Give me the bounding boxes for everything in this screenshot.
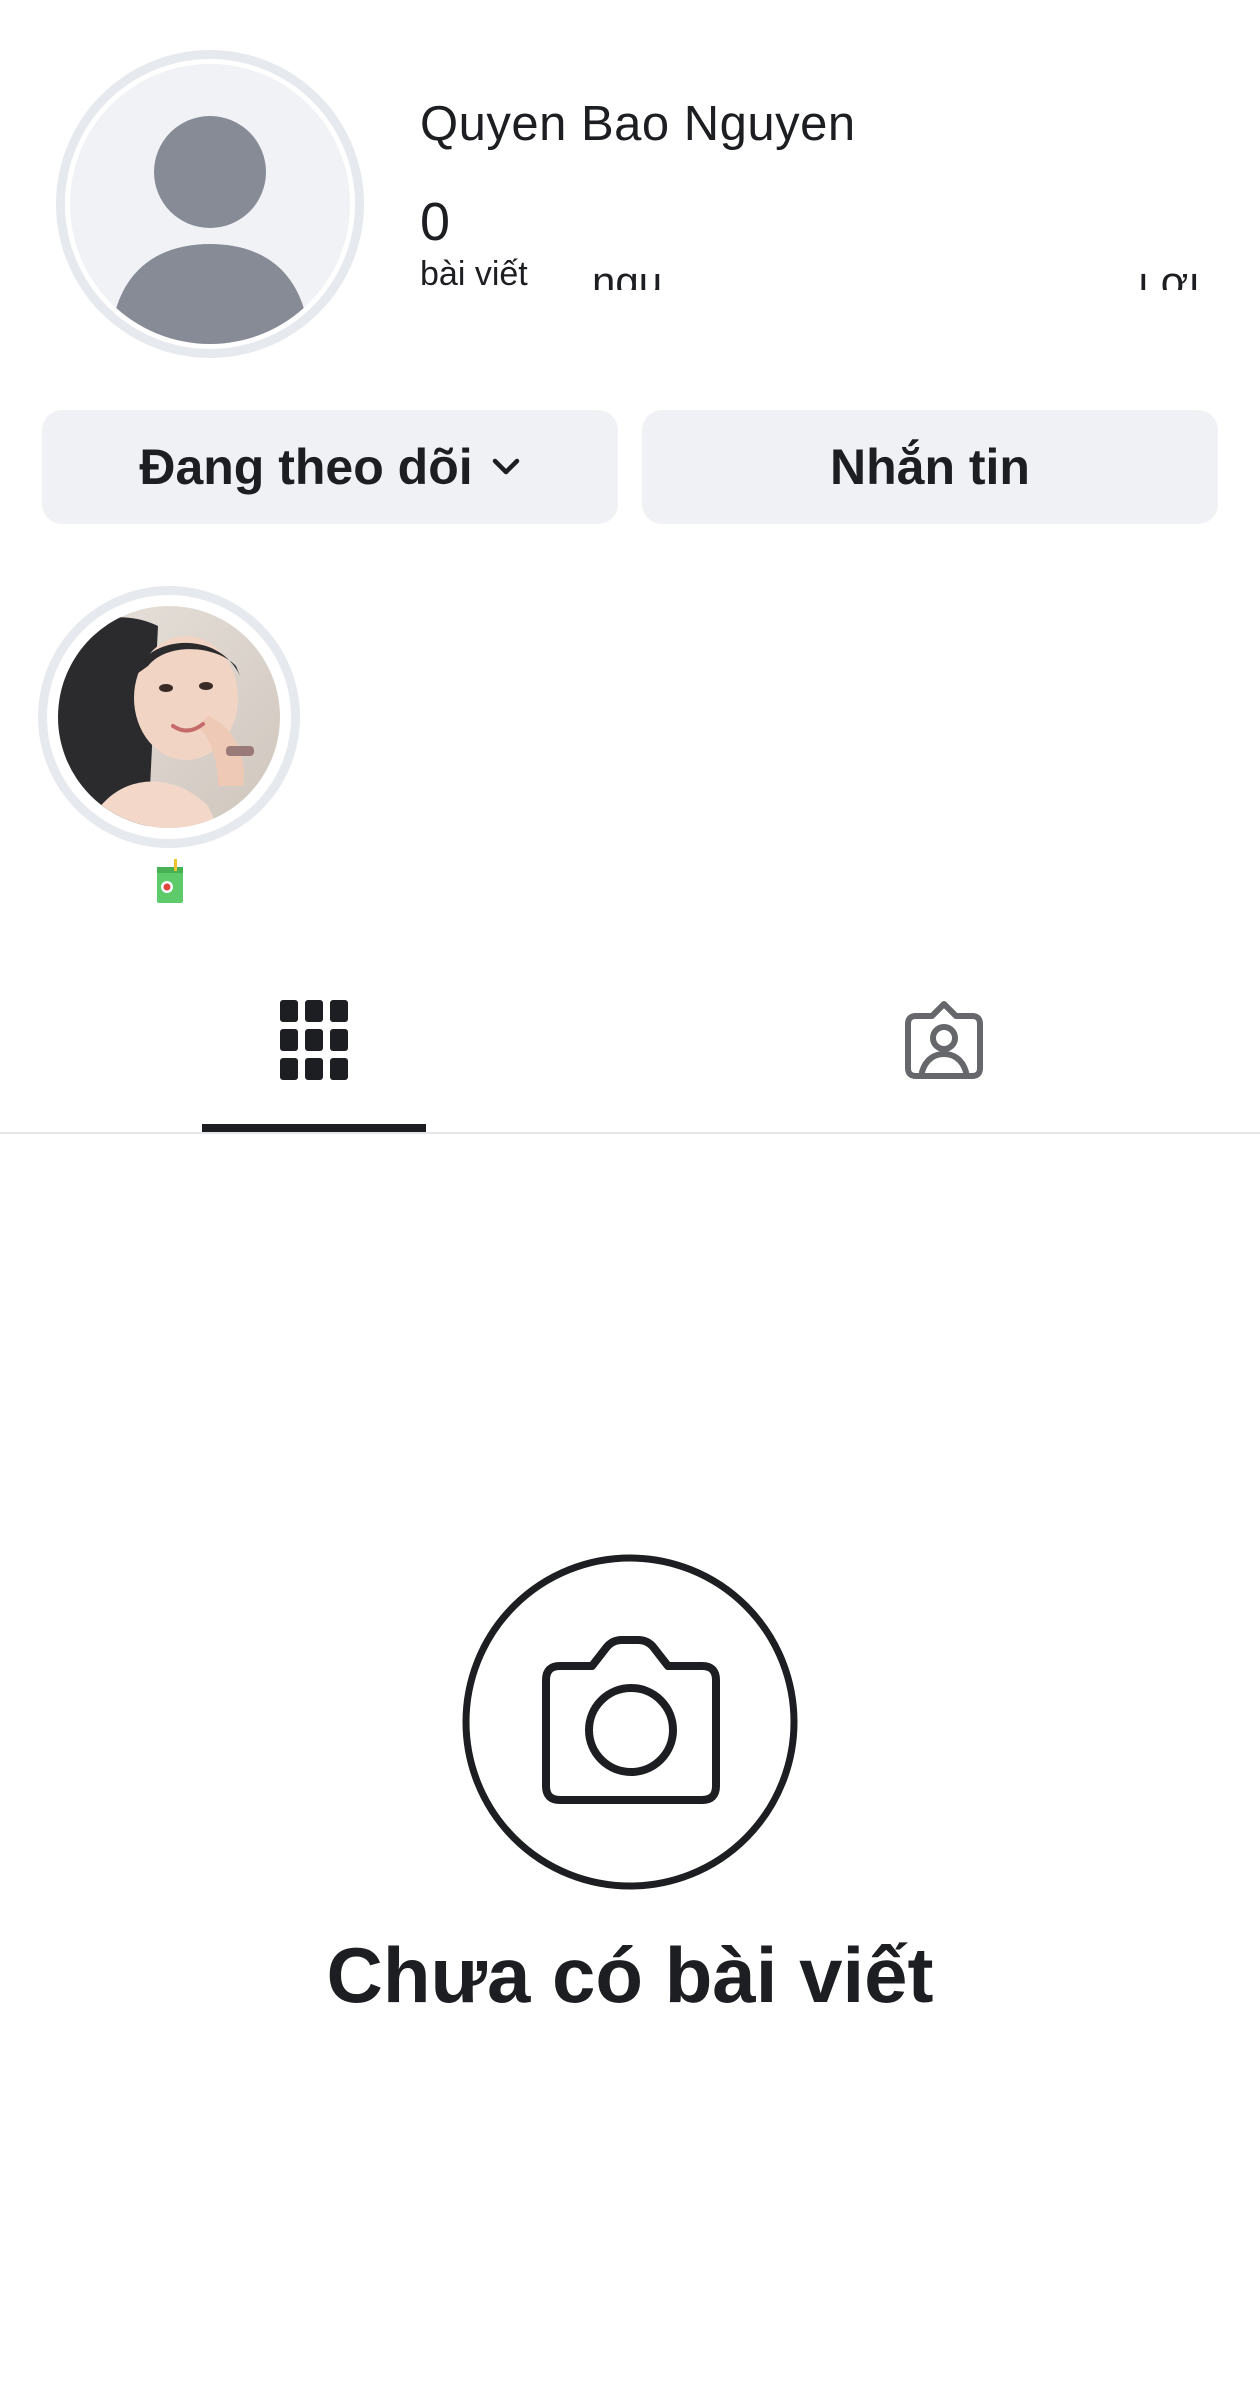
posts-count: 0 <box>420 192 451 252</box>
following-button[interactable]: Đang theo dõi <box>42 410 618 524</box>
following-button-label: Đang theo dõi <box>139 439 473 495</box>
tab-posts-grid[interactable] <box>202 1000 426 1134</box>
message-button[interactable]: Nhắn tin <box>642 410 1218 524</box>
juice-box-emoji-icon <box>150 858 190 906</box>
followers-label[interactable]: ngu <box>592 258 662 290</box>
chevron-down-icon <box>491 457 521 477</box>
following-label[interactable]: ı.ơı <box>1120 258 1200 290</box>
tab-tagged[interactable] <box>832 1000 1056 1134</box>
message-button-label: Nhắn tin <box>830 439 1030 495</box>
active-tab-indicator <box>202 1124 426 1132</box>
empty-state-title: Chưa có bài viết <box>326 1931 934 2019</box>
stat-posts[interactable]: 0 bài viết <box>420 192 528 296</box>
default-avatar-icon <box>70 64 350 344</box>
posts-label: bài viết <box>420 255 528 293</box>
profile-avatar[interactable] <box>56 50 364 358</box>
profile-tabs <box>0 960 1260 1134</box>
grid-icon <box>280 1000 348 1134</box>
profile-stats: 0 bài viết ngu ı.ơı <box>420 192 1200 310</box>
camera-icon <box>462 1554 798 1890</box>
profile-username: Quyen Bao Nguyen <box>420 97 856 151</box>
highlight-cover-image <box>58 606 280 828</box>
story-highlight[interactable] <box>38 586 300 848</box>
profile-page: Quyen Bao Nguyen 0 bài viết ngu ı.ơı Đan… <box>0 0 1260 2384</box>
tagged-person-icon <box>904 1000 984 1134</box>
tabs-divider <box>0 1132 1260 1134</box>
